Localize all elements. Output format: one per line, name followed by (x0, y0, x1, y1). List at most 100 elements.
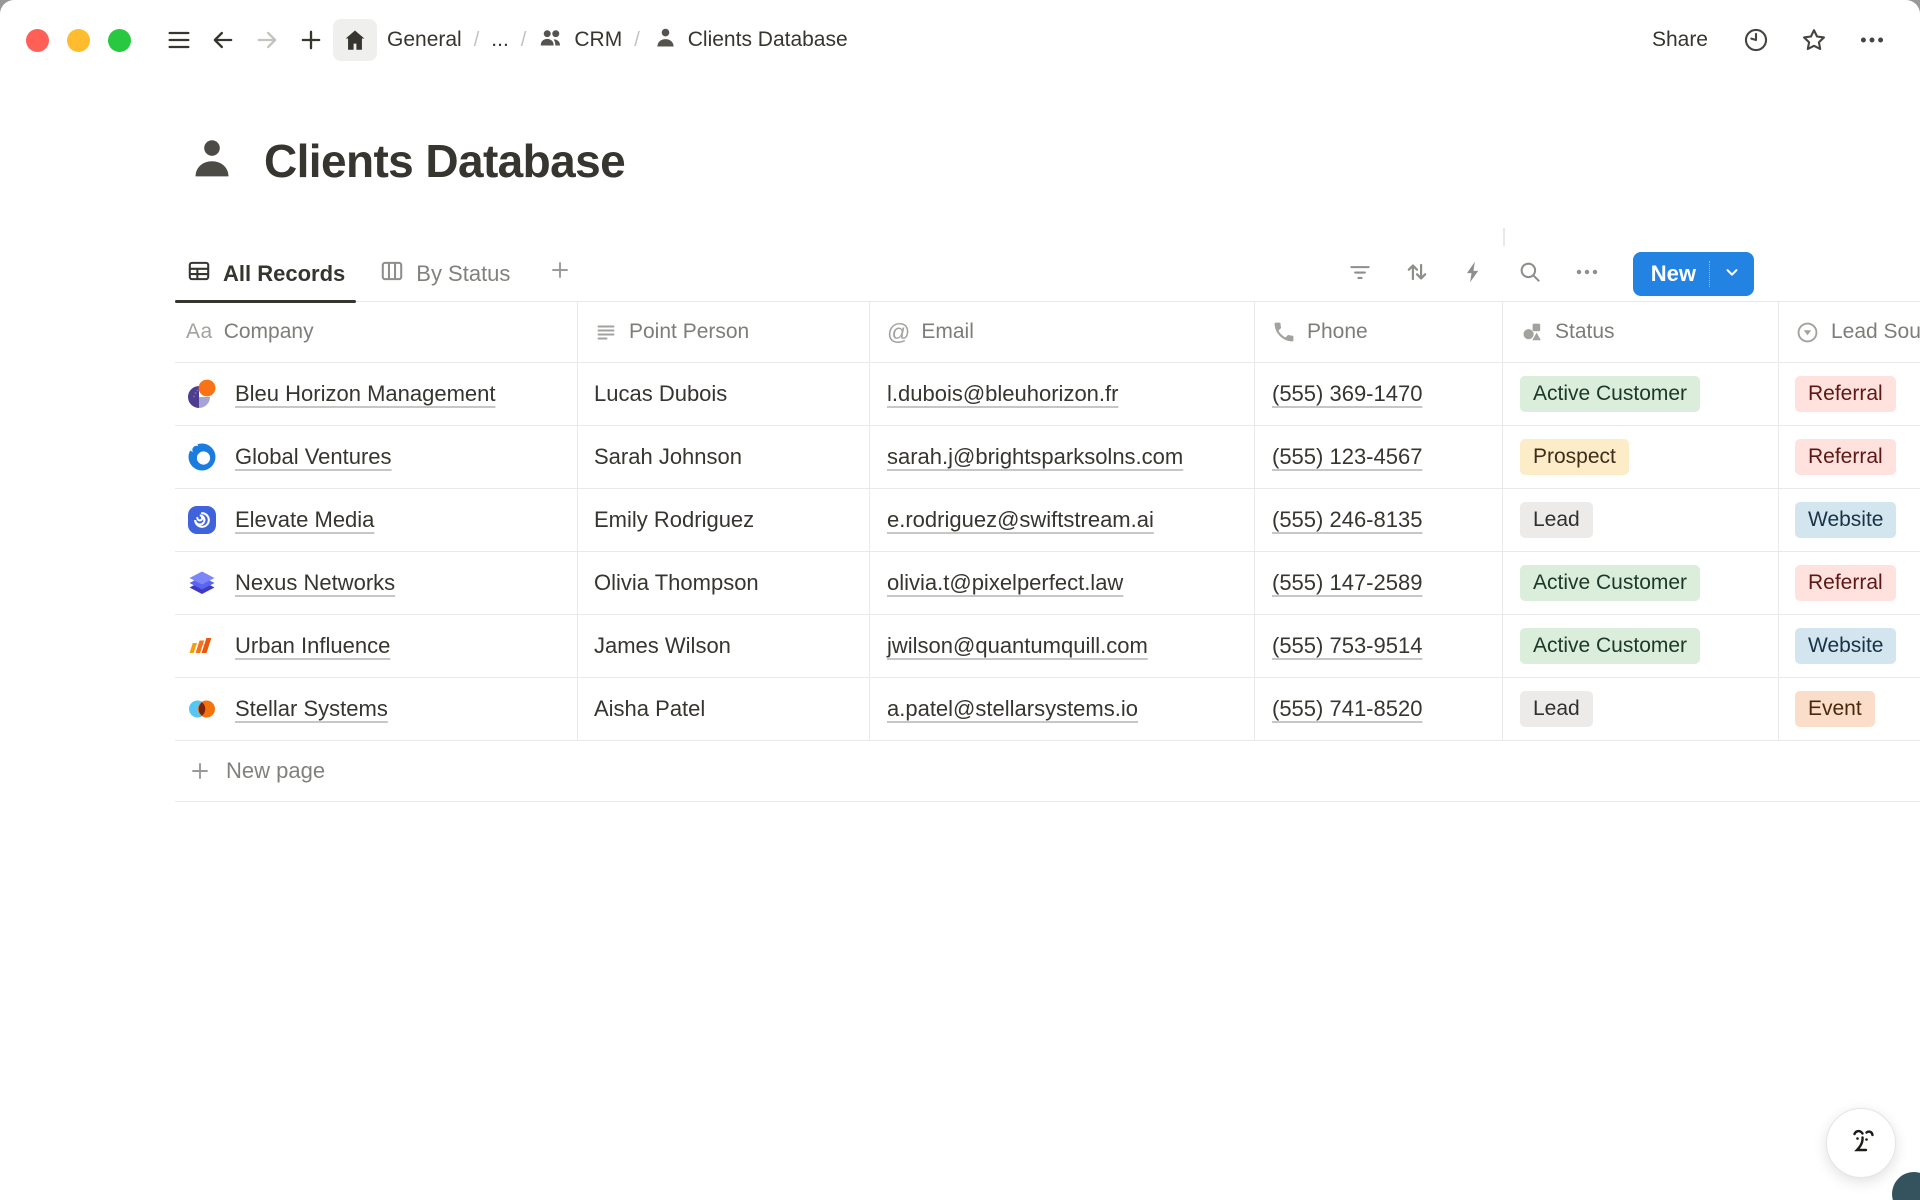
lead-source-cell[interactable]: Event (1779, 678, 1920, 741)
phone-cell[interactable]: (555) 246-8135 (1255, 489, 1503, 552)
updates-button[interactable] (1734, 19, 1778, 61)
email-cell[interactable]: olivia.t@pixelperfect.law (870, 552, 1255, 615)
lead-source-cell[interactable]: Referral (1779, 552, 1920, 615)
phone-cell[interactable]: (555) 741-8520 (1255, 678, 1503, 741)
phone-cell[interactable]: (555) 753-9514 (1255, 615, 1503, 678)
company-name-link[interactable]: Elevate Media (235, 507, 374, 533)
email-link[interactable]: l.dubois@bleuhorizon.fr (887, 381, 1118, 407)
company-name-link[interactable]: Bleu Horizon Management (235, 381, 495, 407)
company-name-link[interactable]: Global Ventures (235, 444, 392, 470)
favorite-button[interactable] (1792, 19, 1836, 61)
breadcrumb-separator: / (474, 29, 480, 52)
new-record-button[interactable]: New (1633, 252, 1754, 296)
email-cell[interactable]: sarah.j@brightsparksolns.com (870, 426, 1255, 489)
company-name-link[interactable]: Stellar Systems (235, 696, 388, 722)
email-cell[interactable]: jwilson@quantumquill.com (870, 615, 1255, 678)
company-cell[interactable]: Urban Influence (175, 615, 578, 678)
phone-link[interactable]: (555) 147-2589 (1272, 570, 1422, 596)
home-button[interactable] (333, 19, 377, 61)
phone-link[interactable]: (555) 123-4567 (1272, 444, 1422, 470)
minimize-button[interactable] (67, 29, 90, 52)
column-header-email[interactable]: @ Email (870, 302, 1255, 363)
point-person-cell[interactable]: Olivia Thompson (578, 552, 870, 615)
phone-link[interactable]: (555) 246-8135 (1272, 507, 1422, 533)
more-options-button[interactable] (1850, 19, 1894, 61)
notion-ai-button[interactable] (1826, 1108, 1896, 1178)
status-cell[interactable]: Prospect (1503, 426, 1779, 489)
point-person-cell[interactable]: Sarah Johnson (578, 426, 870, 489)
chevron-down-icon[interactable] (1723, 263, 1741, 284)
add-view-button[interactable] (544, 258, 576, 289)
email-cell[interactable]: a.patel@stellarsystems.io (870, 678, 1255, 741)
point-person-cell[interactable]: Emily Rodriguez (578, 489, 870, 552)
zoom-button[interactable] (108, 29, 131, 52)
email-cell[interactable]: l.dubois@bleuhorizon.fr (870, 363, 1255, 426)
tab-by-status[interactable]: By Status (379, 246, 510, 301)
point-person-cell[interactable]: Lucas Dubois (578, 363, 870, 426)
email-link[interactable]: a.patel@stellarsystems.io (887, 696, 1138, 722)
page-person-icon[interactable] (186, 132, 238, 189)
people-icon (538, 24, 565, 57)
search-button[interactable] (1517, 259, 1543, 288)
status-cell[interactable]: Lead (1503, 489, 1779, 552)
status-cell[interactable]: Active Customer (1503, 615, 1779, 678)
breadcrumb-crm[interactable]: CRM (538, 24, 622, 57)
status-cell[interactable]: Active Customer (1503, 363, 1779, 426)
column-header-status[interactable]: Status (1503, 302, 1779, 363)
email-link[interactable]: olivia.t@pixelperfect.law (887, 570, 1123, 596)
table-header-row: Aa Company Point Person @ Email Phone (175, 302, 1920, 363)
view-more-button[interactable] (1573, 259, 1601, 288)
phone-property-icon (1272, 320, 1296, 344)
email-link[interactable]: e.rodriguez@swiftstream.ai (887, 507, 1154, 533)
status-badge: Active Customer (1520, 376, 1700, 412)
status-badge: Lead (1520, 502, 1593, 538)
point-person-cell[interactable]: James Wilson (578, 615, 870, 678)
email-link[interactable]: sarah.j@brightsparksolns.com (887, 444, 1183, 470)
phone-link[interactable]: (555) 753-9514 (1272, 633, 1422, 659)
breadcrumb-collapsed[interactable]: ... (491, 28, 509, 52)
lead-source-badge: Event (1795, 691, 1875, 727)
company-cell[interactable]: Global Ventures (175, 426, 578, 489)
lead-source-cell[interactable]: Website (1779, 489, 1920, 552)
email-link[interactable]: jwilson@quantumquill.com (887, 633, 1148, 659)
new-page-button[interactable]: New page (175, 741, 1920, 802)
phone-cell[interactable]: (555) 123-4567 (1255, 426, 1503, 489)
status-cell[interactable]: Active Customer (1503, 552, 1779, 615)
new-tab-button[interactable] (289, 19, 333, 61)
automation-button[interactable] (1461, 259, 1487, 288)
company-name-link[interactable]: Urban Influence (235, 633, 390, 659)
lead-source-cell[interactable]: Referral (1779, 363, 1920, 426)
company-cell[interactable]: Elevate Media (175, 489, 578, 552)
column-header-phone[interactable]: Phone (1255, 302, 1503, 363)
company-cell[interactable]: Bleu Horizon Management (175, 363, 578, 426)
close-button[interactable] (26, 29, 49, 52)
column-header-company[interactable]: Aa Company (175, 302, 578, 363)
sidebar-toggle-button[interactable] (157, 19, 201, 61)
sort-button[interactable] (1403, 258, 1431, 289)
phone-link[interactable]: (555) 369-1470 (1272, 381, 1422, 407)
phone-cell[interactable]: (555) 147-2589 (1255, 552, 1503, 615)
status-cell[interactable]: Lead (1503, 678, 1779, 741)
company-cell[interactable]: Nexus Networks (175, 552, 578, 615)
ellipsis-icon (1857, 26, 1887, 54)
phone-link[interactable]: (555) 741-8520 (1272, 696, 1422, 722)
page-title[interactable]: Clients Database (264, 134, 625, 188)
lead-source-badge: Referral (1795, 376, 1896, 412)
column-header-point-person[interactable]: Point Person (578, 302, 870, 363)
forward-button[interactable] (245, 19, 289, 61)
filter-button[interactable] (1347, 259, 1373, 288)
tab-all-records[interactable]: All Records (186, 246, 345, 301)
email-cell[interactable]: e.rodriguez@swiftstream.ai (870, 489, 1255, 552)
point-person-cell[interactable]: Aisha Patel (578, 678, 870, 741)
company-name-link[interactable]: Nexus Networks (235, 570, 395, 596)
title-property-icon: Aa (186, 320, 213, 344)
company-cell[interactable]: Stellar Systems (175, 678, 578, 741)
back-button[interactable] (201, 19, 245, 61)
column-header-lead-source[interactable]: Lead Source (1779, 302, 1920, 363)
breadcrumb-general[interactable]: General (387, 28, 462, 52)
lead-source-cell[interactable]: Website (1779, 615, 1920, 678)
lead-source-cell[interactable]: Referral (1779, 426, 1920, 489)
share-button[interactable]: Share (1640, 20, 1720, 60)
breadcrumb-clients-database[interactable]: Clients Database (652, 24, 848, 57)
phone-cell[interactable]: (555) 369-1470 (1255, 363, 1503, 426)
